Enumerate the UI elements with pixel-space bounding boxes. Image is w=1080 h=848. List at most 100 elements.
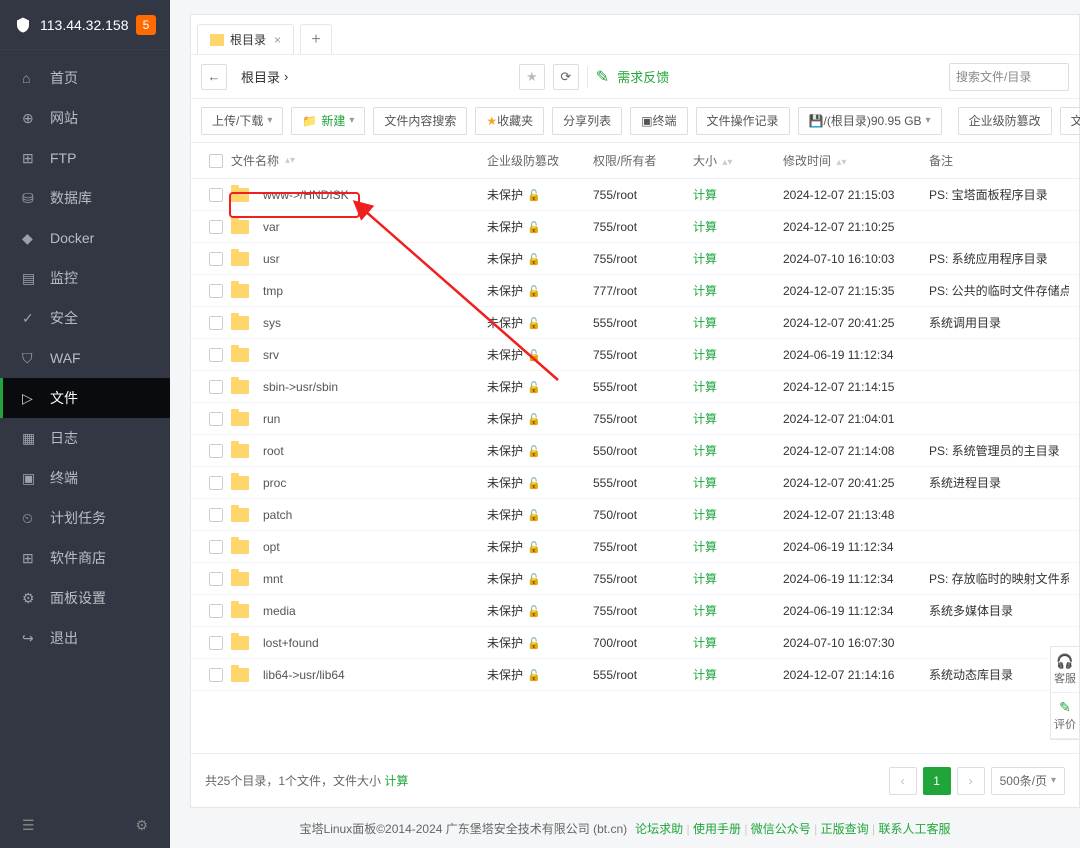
sidebar-item-store[interactable]: ⊞软件商店 [0,538,170,578]
next-page-button[interactable]: › [957,767,985,795]
favorite-button[interactable]: ★ [519,64,545,90]
defense-cell[interactable]: 未保护🔓 [487,442,593,459]
row-checkbox[interactable] [209,604,223,618]
select-all-checkbox[interactable] [209,154,223,168]
tab-root[interactable]: 根目录 × [197,24,294,54]
calc-link[interactable]: 计算 [693,220,717,234]
footer-link[interactable]: 使用手册 [693,822,741,836]
calc-link[interactable]: 计算 [693,668,717,682]
file-name[interactable]: lib64->usr/lib64 [263,668,345,682]
table-row[interactable]: www->/HNDISK 未保护🔓 755/root 计算 2024-12-07… [191,179,1079,211]
file-name[interactable]: sys [263,316,281,330]
server-ip[interactable]: 113.44.32.158 [40,17,136,33]
file-name[interactable]: media [263,604,296,618]
refresh-button[interactable]: ⟳ [553,64,579,90]
file-name[interactable]: srv [263,348,279,362]
row-checkbox[interactable] [209,572,223,586]
calc-link[interactable]: 计算 [693,316,717,330]
perm-cell[interactable]: 777/root [593,284,693,298]
sidebar-item-globe[interactable]: ⊕网站 [0,98,170,138]
sidebar-item-terminal[interactable]: ▣终端 [0,458,170,498]
perm-cell[interactable]: 555/root [593,476,693,490]
table-row[interactable]: proc 未保护🔓 555/root 计算 2024-12-07 20:41:2… [191,467,1079,499]
defense-cell[interactable]: 未保护🔓 [487,570,593,587]
calc-size-link[interactable]: 计算 [384,774,408,788]
defense-cell[interactable]: 未保护🔓 [487,282,593,299]
row-checkbox[interactable] [209,444,223,458]
close-icon[interactable]: × [274,33,281,47]
defense-cell[interactable]: 未保护🔓 [487,314,593,331]
table-row[interactable]: tmp 未保护🔓 777/root 计算 2024-12-07 21:15:35… [191,275,1079,307]
table-row[interactable]: patch 未保护🔓 750/root 计算 2024-12-07 21:13:… [191,499,1079,531]
calc-link[interactable]: 计算 [693,540,717,554]
defense-cell[interactable]: 未保护🔓 [487,186,593,203]
table-row[interactable]: srv 未保护🔓 755/root 计算 2024-06-19 11:12:34 [191,339,1079,371]
sidebar-item-waf[interactable]: ⛉WAF [0,338,170,378]
file-name[interactable]: root [263,444,284,458]
table-row[interactable]: run 未保护🔓 755/root 计算 2024-12-07 21:04:01 [191,403,1079,435]
table-row[interactable]: var 未保护🔓 755/root 计算 2024-12-07 21:10:25 [191,211,1079,243]
perm-cell[interactable]: 700/root [593,636,693,650]
breadcrumb[interactable]: 根目录› [235,63,511,91]
support-button[interactable]: 🎧客服 [1051,647,1079,693]
file-name[interactable]: mnt [263,572,283,586]
defense-cell[interactable]: 未保护🔓 [487,250,593,267]
perm-cell[interactable]: 755/root [593,220,693,234]
table-row[interactable]: opt 未保护🔓 755/root 计算 2024-06-19 11:12:34 [191,531,1079,563]
sidebar-item-docker[interactable]: ◆Docker [0,218,170,258]
file-name[interactable]: var [263,220,280,234]
collapse-icon[interactable]: ☰ [22,817,35,834]
col-size-header[interactable]: 大小 ▴▾ [693,152,783,169]
sidebar-item-db[interactable]: ⛁数据库 [0,178,170,218]
file-name[interactable]: usr [263,252,280,266]
row-checkbox[interactable] [209,668,223,682]
perm-cell[interactable]: 555/root [593,316,693,330]
sidebar-item-shield[interactable]: ✓安全 [0,298,170,338]
file-name[interactable]: lost+found [263,636,319,650]
defense-cell[interactable]: 未保护🔓 [487,602,593,619]
sidebar-item-monitor[interactable]: ▤监控 [0,258,170,298]
sidebar-item-cron[interactable]: ⏲计划任务 [0,498,170,538]
perm-cell[interactable]: 550/root [593,444,693,458]
calc-link[interactable]: 计算 [693,412,717,426]
perm-cell[interactable]: 750/root [593,508,693,522]
favorites-button[interactable]: ★ 收藏夹 [475,107,544,135]
perm-cell[interactable]: 555/root [593,380,693,394]
disk-usage-button[interactable]: 💾 /(根目录)90.95 GB▾ [798,107,942,135]
row-checkbox[interactable] [209,380,223,394]
oplog-button[interactable]: 文件操作记录 [696,107,790,135]
share-list-button[interactable]: 分享列表 [552,107,622,135]
row-checkbox[interactable] [209,188,223,202]
defense-cell[interactable]: 未保护🔓 [487,634,593,651]
calc-link[interactable]: 计算 [693,508,717,522]
table-row[interactable]: root 未保护🔓 550/root 计算 2024-12-07 21:14:0… [191,435,1079,467]
file-name[interactable]: run [263,412,280,426]
feedback-button[interactable]: ✎评价 [1051,693,1079,739]
file-name[interactable]: proc [263,476,286,490]
perm-cell[interactable]: 755/root [593,188,693,202]
tamper-defense-button[interactable]: 企业级防篡改 [958,107,1052,135]
file-name[interactable]: tmp [263,284,283,298]
table-row[interactable]: mnt 未保护🔓 755/root 计算 2024-06-19 11:12:34… [191,563,1079,595]
defense-cell[interactable]: 未保护🔓 [487,666,593,683]
footer-link[interactable]: 联系人工客服 [878,822,950,836]
defense-cell[interactable]: 未保护🔓 [487,506,593,523]
col-name-header[interactable]: 文件名称▴▾ [231,152,487,169]
feedback-link[interactable]: 需求反馈 [617,67,669,86]
table-row[interactable]: lib64->usr/lib64 未保护🔓 555/root 计算 2024-1… [191,659,1079,691]
perm-cell[interactable]: 755/root [593,412,693,426]
sidebar-item-home[interactable]: ⌂首页 [0,58,170,98]
perm-cell[interactable]: 755/root [593,572,693,586]
row-checkbox[interactable] [209,284,223,298]
new-button[interactable]: 📁新建▾ [291,107,365,135]
calc-link[interactable]: 计算 [693,252,717,266]
page-1-button[interactable]: 1 [923,767,951,795]
defense-cell[interactable]: 未保护🔓 [487,410,593,427]
table-row[interactable]: media 未保护🔓 755/root 计算 2024-06-19 11:12:… [191,595,1079,627]
file-name[interactable]: www->/HNDISK [263,188,349,202]
row-checkbox[interactable] [209,348,223,362]
table-row[interactable]: usr 未保护🔓 755/root 计算 2024-07-10 16:10:03… [191,243,1079,275]
perm-cell[interactable]: 755/root [593,252,693,266]
nav-back-button[interactable]: ← [201,64,227,90]
calc-link[interactable]: 计算 [693,636,717,650]
